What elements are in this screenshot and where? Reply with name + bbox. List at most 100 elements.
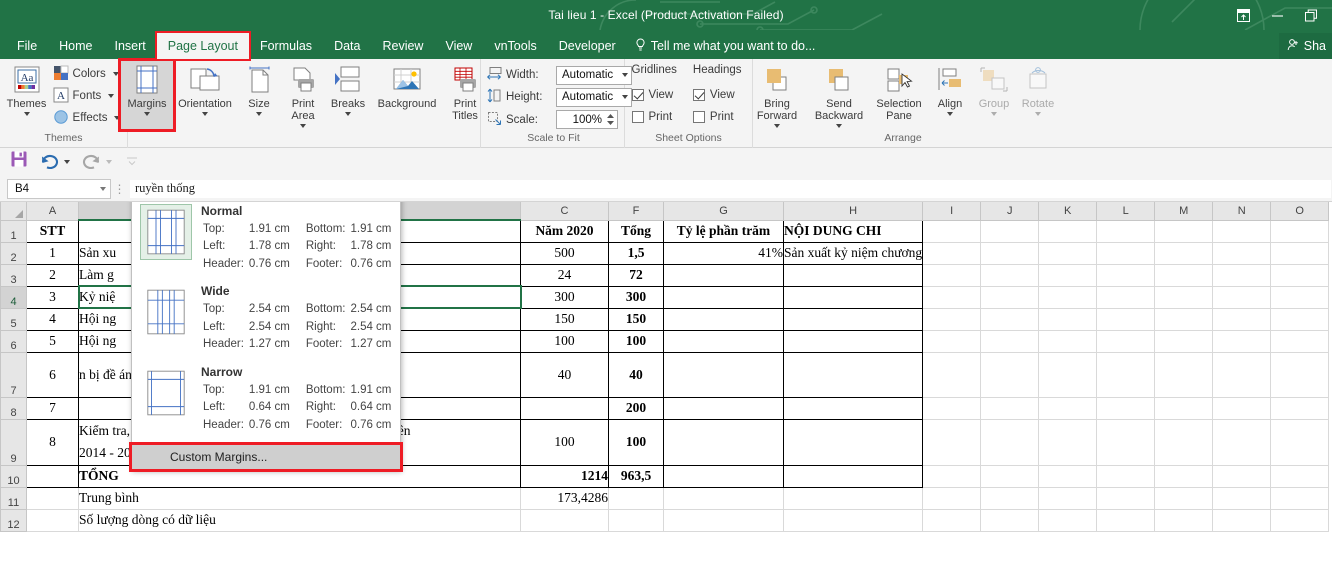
align-caret-icon[interactable] bbox=[947, 112, 953, 116]
row-header-3[interactable]: 3 bbox=[0, 263, 27, 287]
tab-vntools[interactable]: vnTools bbox=[483, 33, 547, 59]
select-all-corner[interactable] bbox=[0, 202, 27, 221]
breaks-button[interactable]: Breaks bbox=[325, 61, 371, 129]
ribbon-display-options-icon[interactable] bbox=[1226, 0, 1260, 30]
cell-A8[interactable]: 7 bbox=[26, 396, 79, 420]
cell-J12[interactable] bbox=[980, 508, 1040, 532]
selection-pane-button[interactable]: Selection Pane bbox=[870, 61, 928, 129]
cell-L11[interactable] bbox=[1096, 486, 1156, 510]
cell-K3[interactable] bbox=[1038, 263, 1098, 287]
cell-A9[interactable]: 8 bbox=[26, 418, 79, 466]
headings-print-checkbox[interactable]: Print bbox=[692, 106, 742, 128]
cell-K9[interactable] bbox=[1038, 418, 1098, 466]
cell-A10[interactable] bbox=[26, 464, 79, 488]
name-box[interactable]: B4 bbox=[7, 178, 111, 199]
cell-M12[interactable] bbox=[1154, 508, 1214, 532]
gridlines-view-checkbox[interactable]: View bbox=[631, 84, 677, 106]
scale-height-combo[interactable]: Automatic bbox=[556, 87, 632, 107]
row-header-6[interactable]: 6 bbox=[0, 329, 27, 353]
cell-K6[interactable] bbox=[1038, 329, 1098, 353]
formula-input[interactable]: ruyền thống bbox=[129, 178, 1332, 199]
cell-H6[interactable] bbox=[782, 329, 924, 353]
cell-H8[interactable] bbox=[782, 396, 924, 420]
tab-view[interactable]: View bbox=[434, 33, 483, 59]
cell-H1[interactable]: NỘI DUNG CHI bbox=[782, 219, 924, 243]
insert-function-icon[interactable]: ⋮ bbox=[111, 182, 129, 196]
column-header-F[interactable]: F bbox=[608, 202, 664, 221]
cell-M4[interactable] bbox=[1154, 285, 1214, 309]
cell-H12[interactable] bbox=[782, 508, 924, 532]
cell-M7[interactable] bbox=[1154, 351, 1214, 398]
cell-I1[interactable] bbox=[922, 219, 982, 243]
cell-L6[interactable] bbox=[1096, 329, 1156, 353]
cell-O12[interactable] bbox=[1270, 508, 1330, 532]
cell-F4[interactable]: 300 bbox=[608, 285, 664, 309]
cell-O5[interactable] bbox=[1270, 307, 1330, 331]
cell-J9[interactable] bbox=[980, 418, 1040, 466]
breaks-caret-icon[interactable] bbox=[345, 112, 351, 116]
cell-C4[interactable]: 300 bbox=[520, 285, 609, 309]
cell-H2[interactable]: Sản xuất kỷ niệm chương bbox=[782, 241, 924, 265]
tab-data[interactable]: Data bbox=[323, 33, 371, 59]
cell-F11[interactable] bbox=[608, 486, 664, 510]
cell-H3[interactable] bbox=[782, 263, 924, 287]
cell-F2[interactable]: 1,5 bbox=[608, 241, 664, 265]
cell-J3[interactable] bbox=[980, 263, 1040, 287]
cell-O1[interactable] bbox=[1270, 219, 1330, 243]
cell-L10[interactable] bbox=[1096, 464, 1156, 488]
cell-C11[interactable]: 173,4286 bbox=[520, 486, 609, 510]
cell-F8[interactable]: 200 bbox=[608, 396, 664, 420]
fonts-button[interactable]: A Fonts bbox=[50, 85, 124, 107]
cell-M11[interactable] bbox=[1154, 486, 1214, 510]
column-header-M[interactable]: M bbox=[1154, 202, 1214, 221]
cell-F9[interactable]: 100 bbox=[608, 418, 664, 466]
cell-F5[interactable]: 150 bbox=[608, 307, 664, 331]
redo-button[interactable] bbox=[82, 154, 112, 170]
group-caret-icon[interactable] bbox=[991, 112, 997, 116]
colors-button[interactable]: Colors bbox=[50, 63, 124, 85]
cell-I2[interactable] bbox=[922, 241, 982, 265]
cell-N3[interactable] bbox=[1212, 263, 1272, 287]
cell-K2[interactable] bbox=[1038, 241, 1098, 265]
scale-spinner-arrows-icon[interactable] bbox=[606, 113, 615, 126]
cell-N8[interactable] bbox=[1212, 396, 1272, 420]
headings-view-checkbox[interactable]: View bbox=[692, 84, 742, 106]
orientation-caret-icon[interactable] bbox=[202, 112, 208, 116]
cell-M5[interactable] bbox=[1154, 307, 1214, 331]
margins-menu-item-normal[interactable]: Normal Top: 1.91 cm Bottom: 1.91 cm Left: 1.… bbox=[132, 202, 400, 280]
cell-C2[interactable]: 500 bbox=[520, 241, 609, 265]
column-header-L[interactable]: L bbox=[1096, 202, 1156, 221]
cell-N1[interactable] bbox=[1212, 219, 1272, 243]
gridlines-view-checkbox-box[interactable] bbox=[631, 89, 644, 101]
share-button[interactable]: Sha bbox=[1278, 33, 1332, 59]
headings-view-checkbox-box[interactable] bbox=[692, 89, 705, 101]
cell-N4[interactable] bbox=[1212, 285, 1272, 309]
cell-O3[interactable] bbox=[1270, 263, 1330, 287]
cell-O4[interactable] bbox=[1270, 285, 1330, 309]
size-button[interactable]: Size bbox=[237, 61, 281, 129]
print-area-caret-icon[interactable] bbox=[300, 124, 306, 128]
rotate-button[interactable]: Rotate bbox=[1016, 61, 1060, 129]
size-caret-icon[interactable] bbox=[256, 112, 262, 116]
cell-N5[interactable] bbox=[1212, 307, 1272, 331]
cell-J6[interactable] bbox=[980, 329, 1040, 353]
row-header-12[interactable]: 12 bbox=[0, 508, 27, 532]
cell-M2[interactable] bbox=[1154, 241, 1214, 265]
cell-N6[interactable] bbox=[1212, 329, 1272, 353]
cell-C3[interactable]: 24 bbox=[520, 263, 609, 287]
cell-O9[interactable] bbox=[1270, 418, 1330, 466]
tab-home[interactable]: Home bbox=[48, 33, 103, 59]
cell-A3[interactable]: 2 bbox=[26, 263, 79, 287]
column-header-H[interactable]: H bbox=[782, 202, 924, 221]
minimize-icon[interactable] bbox=[1260, 0, 1294, 30]
cell-F12[interactable] bbox=[608, 508, 664, 532]
row-header-8[interactable]: 8 bbox=[0, 396, 27, 420]
column-header-J[interactable]: J bbox=[980, 202, 1040, 221]
cell-L1[interactable] bbox=[1096, 219, 1156, 243]
cell-I8[interactable] bbox=[922, 396, 982, 420]
tab-review[interactable]: Review bbox=[371, 33, 434, 59]
gridlines-print-checkbox-box[interactable] bbox=[631, 111, 644, 123]
background-button[interactable]: Background bbox=[371, 61, 443, 129]
save-icon[interactable] bbox=[10, 150, 28, 173]
row-header-11[interactable]: 11 bbox=[0, 486, 27, 510]
